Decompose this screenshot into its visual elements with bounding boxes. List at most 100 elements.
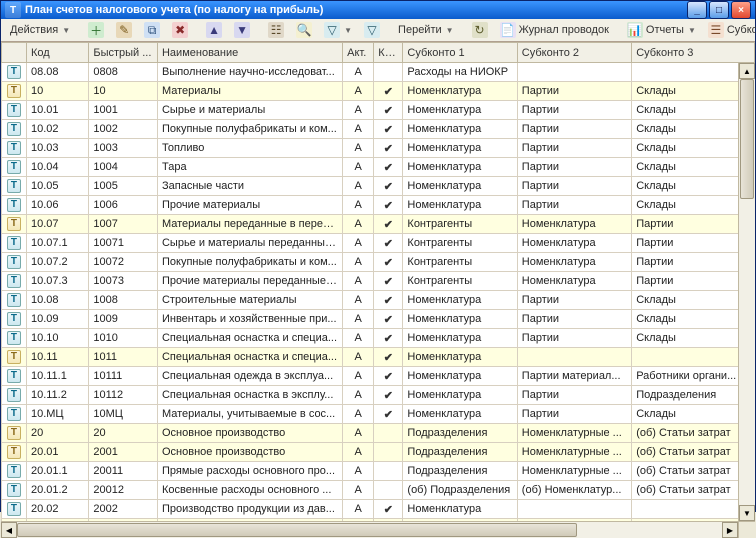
journal-button[interactable]: 📄Журнал проводок [495,19,614,41]
delete-button[interactable]: ✖ [167,19,193,41]
col-fast[interactable]: Быстрый ... [89,43,158,63]
cell-s1: Номенклатура [403,329,517,348]
move-down-button[interactable]: ▼ [229,19,255,41]
table-row[interactable]: Т10.041004ТараА✔НоменклатураПартииСклады [2,158,755,177]
table-row[interactable]: Т10.011001Сырье и материалыА✔Номенклатур… [2,101,755,120]
find-button[interactable]: 🔍 [291,19,317,41]
table-row[interactable]: Т08.080808Выполнение научно-исследоват..… [2,63,755,82]
clear-filter-button[interactable]: ▽ [359,19,385,41]
titlebar[interactable]: Т План счетов налогового учета (по налог… [1,1,755,19]
row-icon-cell: Т [2,63,27,82]
table-row[interactable]: Т10.081008Строительные материалыА✔Номенк… [2,291,755,310]
header-row[interactable]: Код Быстрый ... Наименование Акт. Кол. С… [2,43,755,63]
reports-menu[interactable]: 📊Отчеты▼ [622,19,701,41]
refresh-button[interactable]: ↻ [467,19,493,41]
table-row[interactable]: Т20.01.220012Косвенные расходы основного… [2,481,755,500]
col-kod[interactable]: Код [26,43,88,63]
cell-name: Прочие материалы [157,196,342,215]
table-row[interactable]: Т20.012001Основное производствоАПодразде… [2,443,755,462]
col-icon[interactable] [2,43,27,63]
check-icon: ✔ [384,124,393,136]
table-row[interactable]: Т1010МатериалыА✔НоменклатураПартииСклады [2,82,755,101]
table-row[interactable]: Т2020Основное производствоАПодразделения… [2,424,755,443]
cell-act: А [343,481,374,500]
col-kol[interactable]: Кол. [374,43,403,63]
cell-fast: 10112 [89,386,158,405]
table-row[interactable]: Т20.01.120011Прямые расходы основного пр… [2,462,755,481]
scroll-thumb-h[interactable] [17,523,577,537]
table-row[interactable]: Т10.061006Прочие материалыА✔Номенклатура… [2,196,755,215]
table-row[interactable]: Т20.022002Производство продукции из дав.… [2,500,755,519]
row-icon-cell: Т [2,481,27,500]
cell-s2: Партии материал... [517,367,631,386]
table-row[interactable]: Т10.021002Покупные полуфабрикаты и ком..… [2,120,755,139]
cell-act: А [343,348,374,367]
cell-kol [374,462,403,481]
table-row[interactable]: Т10.11.110111Специальная одежда в эксплу… [2,367,755,386]
table-row[interactable]: Т10.11.210112Специальная оснастка в эксп… [2,386,755,405]
add-button[interactable]: ＋ [83,19,109,41]
filter-icon: ▽ [324,22,340,38]
vertical-scrollbar[interactable]: ▲ ▼ [738,63,755,521]
table-row[interactable]: Т10.111011Специальная оснастка и специа.… [2,348,755,367]
cell-s1: Номенклатура [403,139,517,158]
cell-kol: ✔ [374,253,403,272]
cell-s1: Номенклатура [403,348,517,367]
hierarchy-button[interactable]: ☷ [263,19,289,41]
cell-kod: 10.10 [26,329,88,348]
minimize-button[interactable]: _ [687,1,707,19]
table-row[interactable]: Т10.031003ТопливоА✔НоменклатураПартииСкл… [2,139,755,158]
copy-button[interactable]: ⧉ [139,19,165,41]
cell-act: А [343,63,374,82]
filter-button[interactable]: ▽▼ [319,19,357,41]
table-row[interactable]: Т10.101010Специальная оснастка и специа.… [2,329,755,348]
maximize-button[interactable]: □ [709,1,729,19]
table-row[interactable]: Т10.091009Инвентарь и хозяйственные при.… [2,310,755,329]
actions-menu[interactable]: Действия▼ [5,19,75,41]
scroll-thumb-v[interactable] [740,79,754,199]
cell-fast: 1004 [89,158,158,177]
check-icon: ✔ [384,86,393,98]
col-name[interactable]: Наименование [157,43,342,63]
cell-s2: Номенклатурные ... [517,443,631,462]
close-button[interactable]: × [731,1,751,19]
table-row[interactable]: Т10.071007Материалы переданные в перер..… [2,215,755,234]
scroll-left-button[interactable]: ◀ [1,522,17,538]
table-row[interactable]: Т10.07.110071Сырье и материалы переданны… [2,234,755,253]
check-icon: ✔ [384,409,393,421]
col-s1[interactable]: Субконто 1 [403,43,517,63]
goto-menu[interactable]: Перейти▼ [393,19,459,41]
cell-name: Производство продукции из дав... [157,500,342,519]
grid-area: Код Быстрый ... Наименование Акт. Кол. С… [1,42,755,538]
scroll-down-button[interactable]: ▼ [739,505,755,521]
edit-button[interactable]: ✎ [111,19,137,41]
col-s3[interactable]: Субконто 3 [632,43,755,63]
check-icon: ✔ [384,314,393,326]
cell-name: Покупные полуфабрикаты и ком... [157,253,342,272]
move-up-button[interactable]: ▲ [201,19,227,41]
check-icon: ✔ [384,105,393,117]
cell-s2 [517,500,631,519]
scroll-right-button[interactable]: ▶ [722,522,738,538]
table-row[interactable]: Т10.07.210072Покупные полуфабрикаты и ко… [2,253,755,272]
col-s2[interactable]: Субконто 2 [517,43,631,63]
subkonto-menu[interactable]: ☰Субконто▼ [703,19,756,41]
col-act[interactable]: Акт. [343,43,374,63]
table-row[interactable]: Т10.051005Запасные частиА✔НоменклатураПа… [2,177,755,196]
cell-s2: Партии [517,405,631,424]
cell-fast: 1007 [89,215,158,234]
cell-s3 [632,500,755,519]
scroll-up-button[interactable]: ▲ [739,63,755,79]
cell-s2: Партии [517,310,631,329]
account-icon: Т [7,255,21,269]
table-row[interactable]: Т10.07.310073Прочие материалы переданные… [2,272,755,291]
horizontal-scrollbar[interactable]: ◀ ▶ [1,521,738,538]
row-icon-cell: Т [2,158,27,177]
cell-s2: Номенклатурные ... [517,462,631,481]
accounts-table[interactable]: Код Быстрый ... Наименование Акт. Кол. С… [1,42,755,538]
table-row[interactable]: Т10.МЦ10МЦМатериалы, учитываемые в сос..… [2,405,755,424]
cell-s2: Партии [517,386,631,405]
cell-s2: Номенклатура [517,272,631,291]
account-icon: Т [7,84,21,98]
account-icon: Т [7,464,21,478]
